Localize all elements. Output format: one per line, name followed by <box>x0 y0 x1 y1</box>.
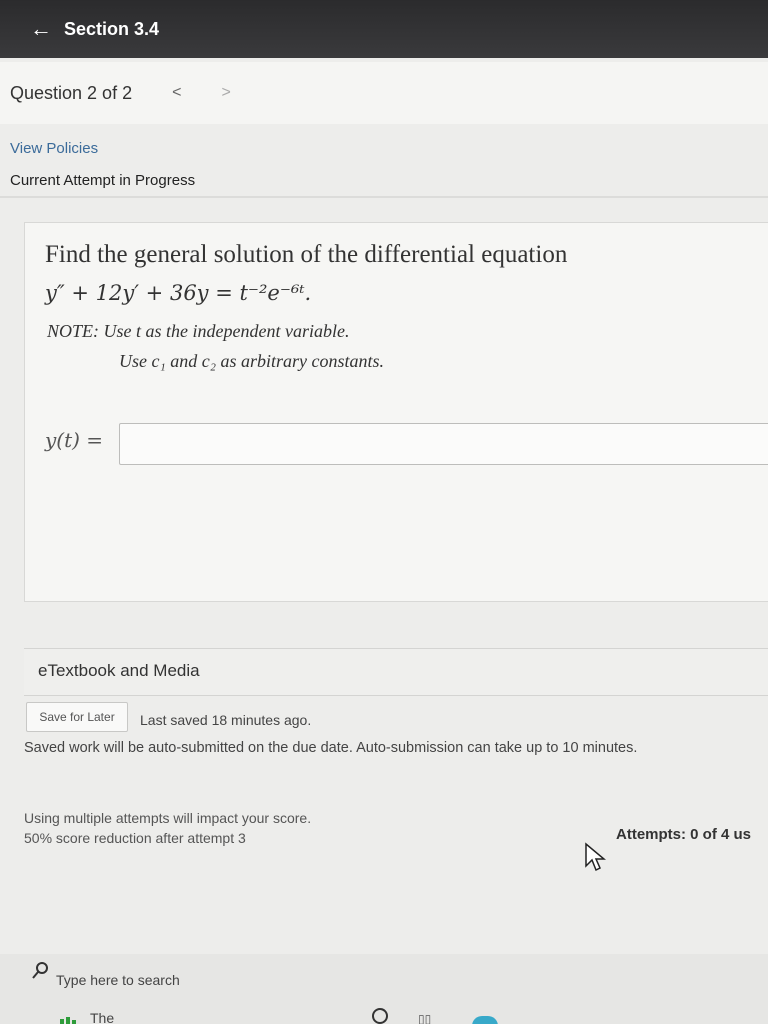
weather-widget-text[interactable]: The <box>90 1010 114 1024</box>
question-prompt: Find the general solution of the differe… <box>45 241 568 268</box>
differential-equation: y″ + 12y′ + 36y = t⁻²e⁻⁶ᵗ. <box>45 281 312 305</box>
attempts-counter: Attempts: 0 of 4 us <box>616 826 752 843</box>
browser-icon[interactable] <box>472 1016 498 1024</box>
divider <box>0 196 768 198</box>
answer-label: y(t) = <box>45 428 104 452</box>
attempt-impact-notice: Using multiple attempts will impact your… <box>24 808 311 848</box>
previous-question-icon[interactable]: < <box>172 84 181 102</box>
note-constants: Use c₁ and c₂ as arbitrary constants. <box>119 351 384 371</box>
impact-line: Using multiple attempts will impact your… <box>24 810 312 826</box>
last-saved-text: Last saved 18 minutes ago. <box>140 712 312 728</box>
top-bar: ← Section 3.4 <box>0 0 768 58</box>
task-view-icon[interactable] <box>372 1008 388 1024</box>
save-for-later-button[interactable]: Save for Later <box>26 702 128 732</box>
back-arrow-icon[interactable]: ← <box>30 18 52 40</box>
question-panel: Find the general solution of the differe… <box>24 222 768 602</box>
mouse-cursor-icon <box>585 842 606 872</box>
question-counter: Question 2 of 2 <box>10 82 133 103</box>
answer-input[interactable] <box>119 423 768 465</box>
reduction-line: 50% score reduction after attempt 3 <box>24 830 246 846</box>
search-icon[interactable] <box>30 960 50 982</box>
next-question-icon[interactable]: > <box>221 84 230 102</box>
section-title[interactable]: Section 3.4 <box>64 19 159 40</box>
app-icon[interactable]: ▯▯ <box>418 1012 431 1024</box>
view-policies-link[interactable]: View Policies <box>10 140 98 157</box>
question-navigation: Question 2 of 2 < > <box>0 62 768 124</box>
auto-submit-notice: Saved work will be auto-submitted on the… <box>24 740 638 756</box>
etextbook-media-section[interactable]: eTextbook and Media <box>24 648 768 696</box>
note-independent-variable: NOTE: Use t as the independent variable. <box>47 321 350 341</box>
taskbar-search-box[interactable]: Type here to search <box>56 972 180 988</box>
etextbook-media-label[interactable]: eTextbook and Media <box>38 661 200 680</box>
attempt-status: Current Attempt in Progress <box>10 172 196 189</box>
weather-icon[interactable] <box>60 1012 82 1024</box>
